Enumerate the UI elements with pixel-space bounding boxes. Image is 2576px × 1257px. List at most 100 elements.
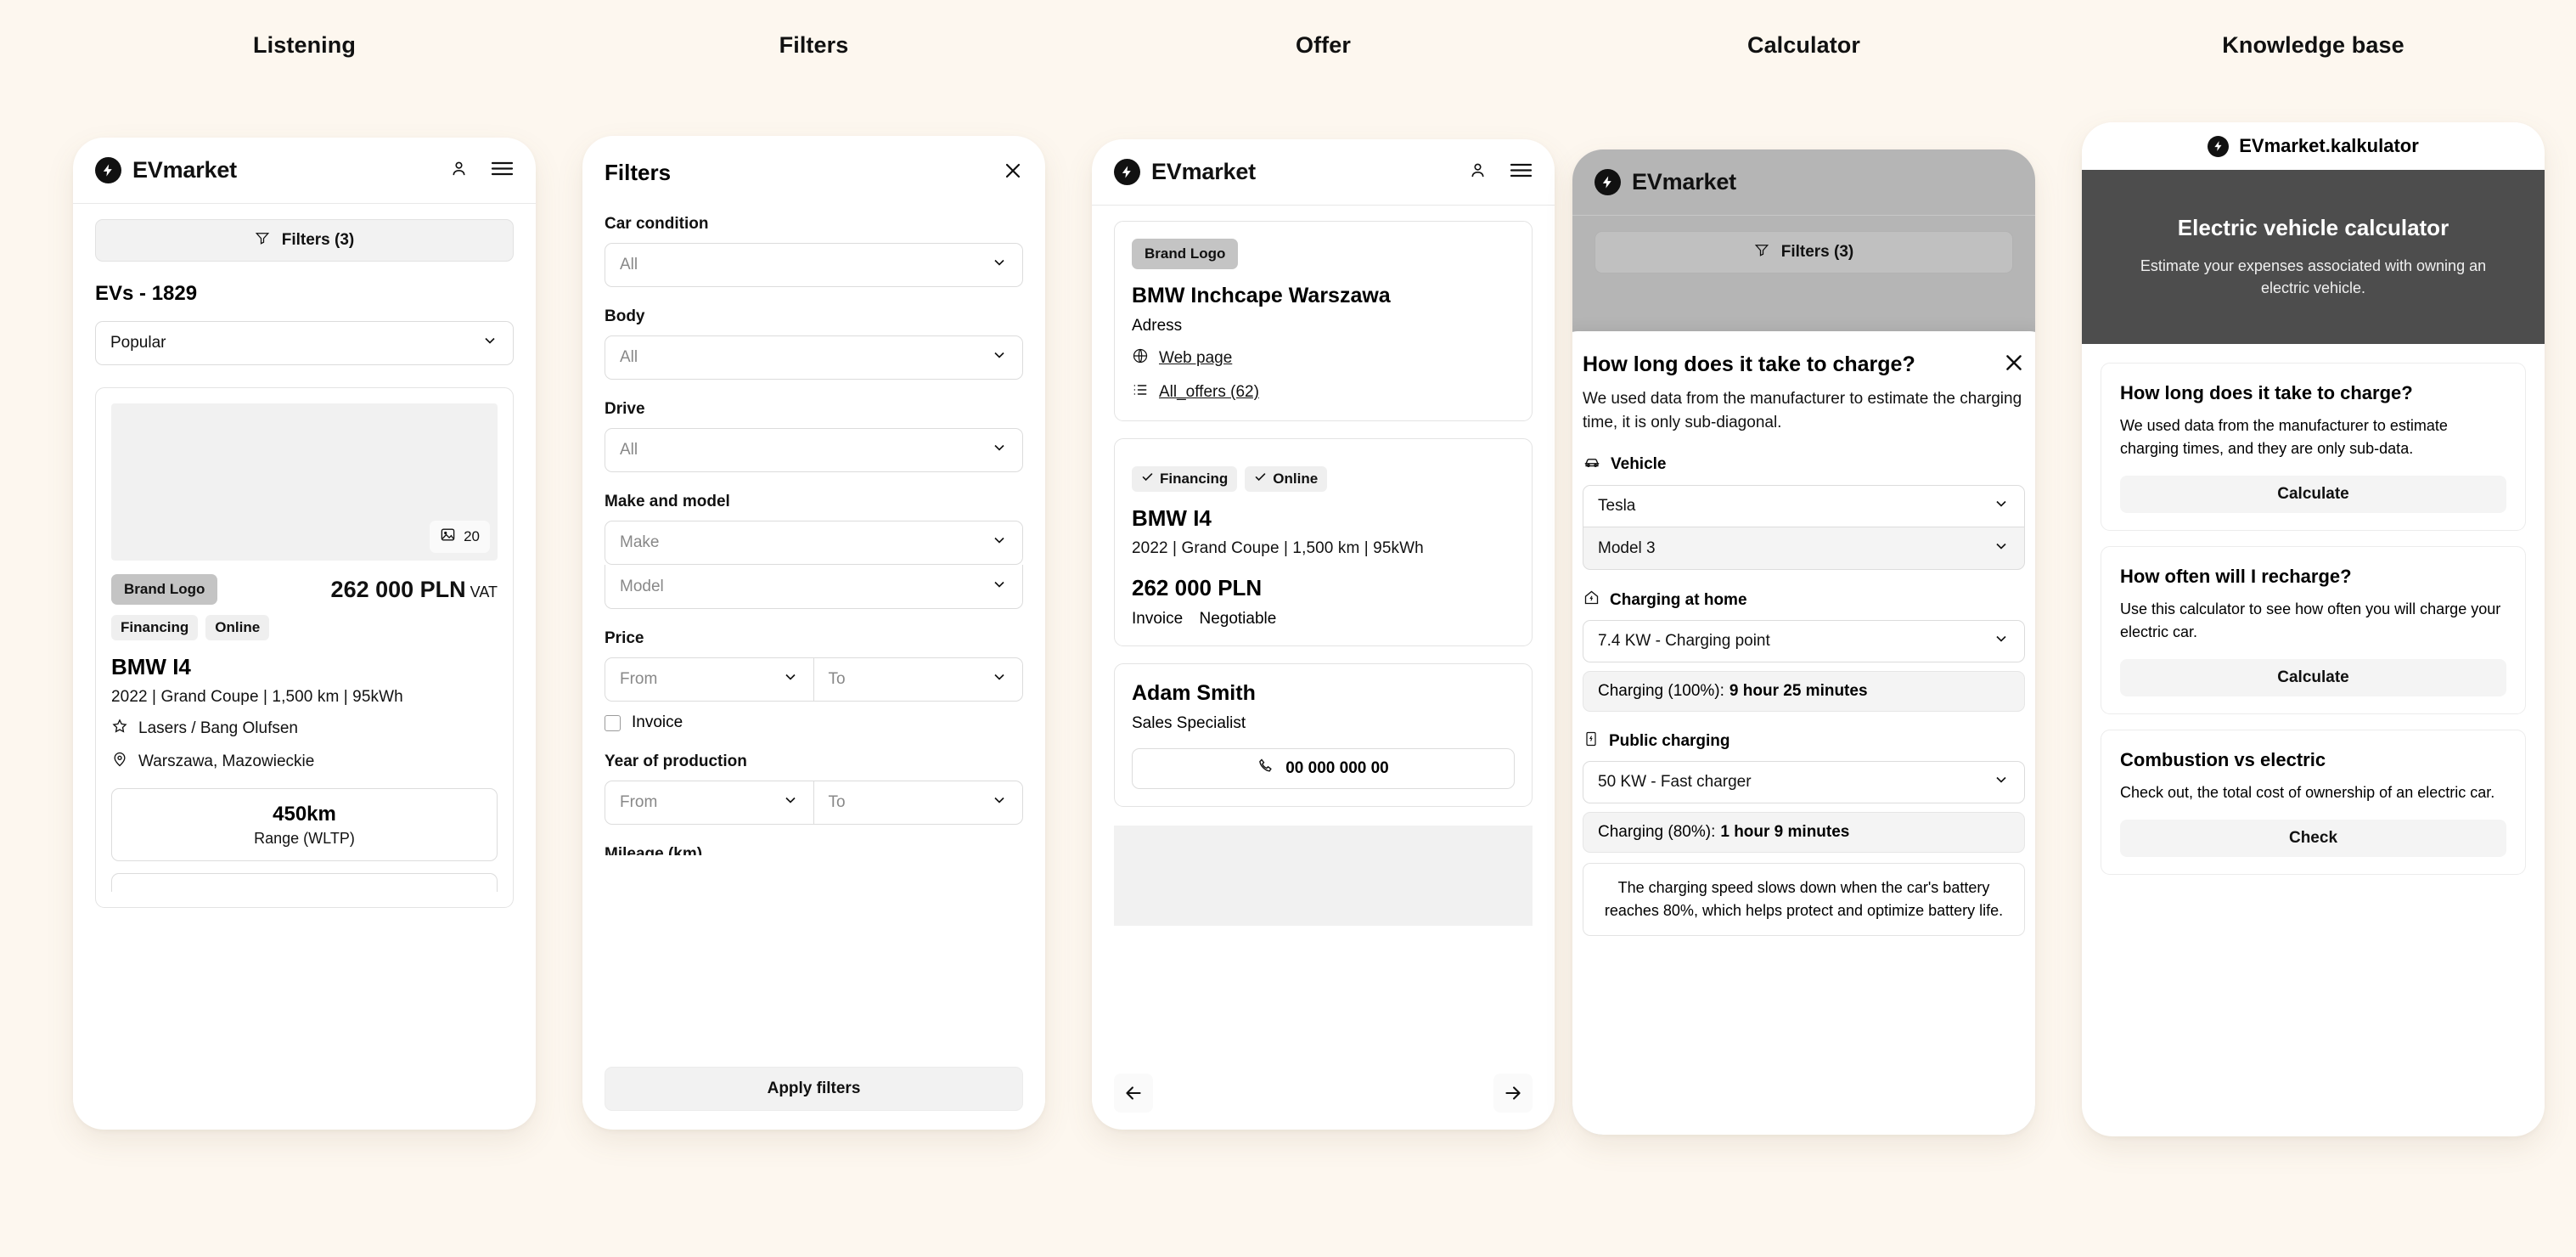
vehicle-model-select[interactable]: Model 3 <box>1583 527 2025 571</box>
seller-role: Sales Specialist <box>1132 714 1246 732</box>
chip-online-label: Online <box>1273 471 1319 487</box>
price-row: Brand Logo 262 000 PLN VAT <box>111 574 498 605</box>
brand[interactable]: EVmarket <box>95 157 237 183</box>
knowledge-base-phone-frame: EVmarket.kalkulator Electric vehicle cal… <box>2082 122 2545 1136</box>
column-title-calculator: Calculator <box>1746 32 1861 58</box>
price-to-value: To <box>828 670 846 688</box>
price-from-value: From <box>620 670 658 688</box>
public-charger-select[interactable]: 50 KW - Fast charger <box>1583 761 2025 804</box>
filter-label-car-condition: Car condition <box>605 215 709 233</box>
offer-chips: Financing Online <box>1132 466 1515 492</box>
filter-label-price: Price <box>605 629 644 647</box>
arrow-left-icon[interactable] <box>1114 1074 1153 1113</box>
filter-group-year: Year of production From To <box>605 753 1023 825</box>
dealer-all-offers-link[interactable]: All_offers (62) <box>1132 381 1515 403</box>
filter-select-model[interactable]: Model <box>605 565 1023 609</box>
results-count: EVs - 1829 <box>95 282 198 305</box>
chip-online: Online <box>1245 466 1328 492</box>
listing-specs: 2022 | Grand Coupe | 1,500 km | 95kWh <box>111 688 403 706</box>
brand[interactable]: EVmarket <box>1114 159 1256 185</box>
filter-select-body[interactable]: All <box>605 335 1023 380</box>
kb-card-button-calculate[interactable]: Calculate <box>2120 659 2506 696</box>
hamburger-icon[interactable] <box>1510 162 1533 183</box>
listening-appbar: EVmarket <box>73 138 536 204</box>
offer-listing-price: 262 000 PLN <box>1132 575 1263 600</box>
seller-name: Adam Smith <box>1132 681 1256 705</box>
filter-label-body: Body <box>605 307 645 325</box>
filter-label-mileage-clipped: Mileage (km) <box>605 845 703 855</box>
listing-card[interactable]: 20 Brand Logo 262 000 PLN VAT Financing O… <box>95 387 514 908</box>
chevron-down-icon <box>1993 495 2010 517</box>
kb-card-desc: We used data from the manufacturer to es… <box>2120 417 2448 457</box>
filter-group-make-and-model: Make and model Make Model <box>605 493 1023 609</box>
chip-financing: Financing <box>1132 466 1238 492</box>
price-range-pair: From To <box>605 657 1023 702</box>
dealer-address: Adress <box>1132 317 1183 335</box>
user-icon[interactable] <box>449 159 469 183</box>
chip-online: Online <box>205 615 270 640</box>
filter-value-car-condition: All <box>620 256 638 273</box>
filter-value-body: All <box>620 348 638 366</box>
kb-card-button-check[interactable]: Check <box>2120 820 2506 857</box>
home-charger-select[interactable]: 7.4 KW - Charging point <box>1583 620 2025 663</box>
arrow-right-icon[interactable] <box>1493 1074 1533 1113</box>
home-charging-result: Charging (100%): 9 hour 25 minutes <box>1583 671 2025 713</box>
public-charger-value: 50 KW - Fast charger <box>1598 773 1752 792</box>
invoice-checkbox[interactable] <box>605 714 621 731</box>
column-title-filters: Filters <box>779 32 849 58</box>
filter-select-drive[interactable]: All <box>605 428 1023 472</box>
offer-appbar: EVmarket <box>1092 139 1555 206</box>
listing-feature-location-label: Warszawa, Mazowieckie <box>138 753 315 770</box>
sort-select[interactable]: Popular <box>95 321 514 365</box>
listening-body: Filters (3) EVs - 1829 Popular 20 Brand … <box>73 204 536 908</box>
offer-listing-card[interactable]: Financing Online BMW I4 2022 | Grand Cou… <box>1114 438 1533 646</box>
user-icon[interactable] <box>1468 161 1488 184</box>
list-icon <box>1132 381 1149 403</box>
pin-icon <box>111 751 128 773</box>
offer-listing-meta: Invoice Negotiable <box>1132 610 1515 628</box>
listing-price-value: 262 000 PLN <box>330 576 466 602</box>
seller-phone-button[interactable]: 00 000 000 00 <box>1132 748 1515 789</box>
brand-name: EVmarket <box>132 157 237 183</box>
year-from-select[interactable]: From <box>605 781 814 825</box>
apply-filters-button[interactable]: Apply filters <box>605 1067 1023 1111</box>
price-to-select[interactable]: To <box>813 657 1023 702</box>
next-spec-box-clipped <box>111 873 498 892</box>
kb-card-title: How long does it take to charge? <box>2120 382 2413 403</box>
chevron-down-icon <box>1993 630 2010 652</box>
check-icon <box>1254 471 1267 488</box>
offer-listing-title: BMW I4 <box>1132 505 1212 531</box>
chevron-down-icon <box>991 347 1008 369</box>
filters-button-label: Filters (3) <box>281 231 355 249</box>
dealer-webpage-link[interactable]: Web page <box>1132 347 1515 369</box>
invoice-checkbox-row[interactable]: Invoice <box>605 713 1023 732</box>
close-icon[interactable] <box>1003 161 1023 185</box>
offer-body: Brand Logo BMW Inchcape Warszawa Adress … <box>1092 206 1555 926</box>
chevron-down-icon <box>1993 771 2010 793</box>
calculator-phone-frame: EVmarket Filters (3) How long does it ta… <box>1572 149 2035 1135</box>
price-from-select[interactable]: From <box>605 657 814 702</box>
chevron-down-icon <box>991 532 1008 554</box>
offer-gallery-placeholder[interactable] <box>1114 826 1533 926</box>
apply-filters-wrap: Apply filters <box>582 1067 1045 1111</box>
offer-meta-invoice: Invoice <box>1132 610 1184 628</box>
filters-button-label: Filters (3) <box>1780 243 1854 261</box>
filters-body: Car condition All Body All Drive All Mak… <box>582 186 1045 855</box>
screen: Listening Filters Offer Calculator Knowl… <box>0 0 2576 1257</box>
kb-card-button-calculate[interactable]: Calculate <box>2120 476 2506 513</box>
filter-select-make[interactable]: Make <box>605 521 1023 565</box>
filter-select-car-condition[interactable]: All <box>605 243 1023 287</box>
section-public-charging-label: Public charging <box>1609 732 1730 751</box>
listing-photo[interactable]: 20 <box>111 403 498 561</box>
close-icon[interactable] <box>2003 352 2025 378</box>
listing-feature-location: Warszawa, Mazowieckie <box>111 751 498 773</box>
hamburger-icon[interactable] <box>491 161 514 181</box>
modal-title: How long does it take to charge? <box>1583 352 1915 376</box>
chevron-down-icon <box>991 792 1008 814</box>
chevron-down-icon <box>481 332 498 354</box>
funnel-icon <box>1754 242 1769 262</box>
chevron-down-icon <box>782 792 799 814</box>
vehicle-make-select[interactable]: Tesla <box>1583 485 2025 528</box>
filters-button[interactable]: Filters (3) <box>95 219 514 262</box>
year-to-select[interactable]: To <box>813 781 1023 825</box>
